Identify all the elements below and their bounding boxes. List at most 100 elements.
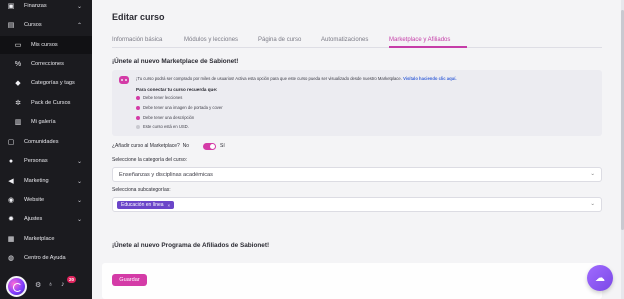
sidebar-item-label: Mis cursos xyxy=(31,42,58,48)
page-title: Editar curso xyxy=(112,12,165,22)
requirement-text: Debe tener una descripción xyxy=(143,115,195,120)
chevron-down-icon: ⌄ xyxy=(76,197,82,204)
chevron-down-icon: ⌄ xyxy=(590,201,595,207)
wallet-icon: ▣ xyxy=(7,3,15,10)
sidebar-item-label: Website xyxy=(24,197,45,203)
check-dot-icon xyxy=(136,95,140,100)
sidebar-item-correcciones[interactable]: % Correcciones xyxy=(0,55,92,73)
sidebar-item-ayuda[interactable]: ◍ Centro de Ayuda xyxy=(0,249,92,267)
active-tab-indicator xyxy=(389,46,467,48)
sidebar-item-label: Marketplace xyxy=(24,236,55,242)
globe-icon: ◉ xyxy=(7,197,15,204)
tab-pagina-curso[interactable]: Página de curso xyxy=(258,37,301,43)
affiliates-heading: ¡Únete al nuevo Programa de Afiliados de… xyxy=(112,242,270,249)
sidebar-item-label: Personas xyxy=(24,158,48,164)
chevron-down-icon: ⌄ xyxy=(590,171,595,177)
category-label: Seleccione la categoría del curso: xyxy=(112,157,188,163)
sidebar-item-ajustes[interactable]: ✹ Ajustes ⌄ xyxy=(0,210,92,228)
category-select[interactable]: Enseñanzas y disciplinas académicas ⌄ xyxy=(112,167,602,182)
tab-informacion-basica[interactable]: Información básica xyxy=(112,37,162,43)
gear-icon: ✲ xyxy=(15,100,21,107)
requirements-title: Para conectar tu curso recuerda que: xyxy=(136,87,218,92)
tab-bar: Información básica Módulos y lecciones P… xyxy=(112,30,602,48)
sidebar-item-label: Comunidades xyxy=(24,139,59,145)
marketplace-info-text: ¡Tu curso podrá ser comprado por miles d… xyxy=(136,76,457,81)
course-card-icon: ▭ xyxy=(14,42,22,49)
sidebar-item-label: Ajustes xyxy=(24,216,43,222)
lightbulb-icon[interactable]: ♁ xyxy=(48,281,53,288)
main-content: Editar curso Información básica Módulos … xyxy=(92,0,624,299)
brand-logo[interactable] xyxy=(6,276,27,297)
settings-icon: ✹ xyxy=(8,216,14,223)
remove-tag-icon[interactable]: × xyxy=(168,203,171,208)
courses-icon: ▤ xyxy=(7,22,15,29)
sidebar-item-comunidades[interactable]: ▢ Comunidades xyxy=(0,133,92,151)
sidebar: ▣ Finanzas ⌄ ▤ Cursos ⌃ ▭ Mis cursos % C… xyxy=(0,0,92,299)
sidebar-item-categorias[interactable]: ◆ Categorías y tags xyxy=(0,74,92,92)
robot-icon xyxy=(119,76,129,84)
tab-modulos-lecciones[interactable]: Módulos y lecciones xyxy=(184,37,238,43)
category-value: Enseñanzas y disciplinas académicas xyxy=(119,172,213,178)
tab-automatizaciones[interactable]: Automatizaciones xyxy=(321,37,368,43)
bottom-action-bar xyxy=(102,263,602,299)
tag-icon: ◆ xyxy=(15,80,21,87)
floating-action-button[interactable]: ☁ xyxy=(587,265,613,291)
check-dot-icon xyxy=(136,105,140,110)
toggle-question: ¿Añadir curso al Marketplace? xyxy=(112,143,180,149)
tab-marketplace-afiliados[interactable]: Marketplace y Afiliados xyxy=(389,37,450,43)
sidebar-item-website[interactable]: ◉ Website ⌄ xyxy=(0,191,92,209)
book-icon: ▥ xyxy=(14,119,22,126)
subcategory-select[interactable]: Educación en línea × ⌄ xyxy=(112,197,602,212)
bell-icon[interactable]: ♪ xyxy=(61,281,65,288)
sidebar-item-label: Marketing xyxy=(24,178,49,184)
marketplace-toggle-row: ¿Añadir curso al Marketplace? No xyxy=(112,143,189,149)
requirement-text: Este curso está en USD. xyxy=(143,124,189,129)
sidebar-item-label: Categorías y tags xyxy=(31,80,75,86)
settings-gear-icon[interactable]: ⚙ xyxy=(35,281,41,289)
notification-badge: 20 xyxy=(67,276,77,283)
check-dot-icon xyxy=(136,115,140,120)
sidebar-item-mi-galeria[interactable]: ▥ Mi galería xyxy=(0,113,92,131)
sidebar-item-label: Mi galería xyxy=(31,119,56,125)
sidebar-item-label: Finanzas xyxy=(24,3,47,9)
marketplace-link[interactable]: Visítalo haciendo clic aquí. xyxy=(403,76,456,81)
cloud-download-icon: ☁ xyxy=(595,272,605,284)
chevron-down-icon: ⌄ xyxy=(76,216,82,223)
sidebar-item-marketing[interactable]: ◀ Marketing ⌄ xyxy=(0,172,92,190)
sidebar-item-label: Cursos xyxy=(24,22,42,28)
chat-icon: ▢ xyxy=(7,139,15,146)
sidebar-item-label: Centro de Ayuda xyxy=(24,255,66,261)
marketplace-toggle[interactable] xyxy=(203,143,216,150)
subcategory-label: Selecciona subcategorías: xyxy=(112,187,171,193)
chevron-down-icon: ⌄ xyxy=(76,158,82,165)
unmet-dot-icon xyxy=(136,124,140,129)
sidebar-item-cursos[interactable]: ▤ Cursos ⌃ xyxy=(0,16,92,34)
sidebar-item-mis-cursos[interactable]: ▭ Mis cursos xyxy=(0,36,92,54)
sidebar-item-pack-cursos[interactable]: ✲ Pack de Cursos xyxy=(0,94,92,112)
percent-icon: % xyxy=(14,60,22,68)
tag-label: Educación en línea xyxy=(121,202,164,208)
toggle-yes-label: Sí xyxy=(220,143,225,149)
save-button[interactable]: Guardar xyxy=(112,274,147,286)
subcategory-tag[interactable]: Educación en línea × xyxy=(117,201,175,209)
chevron-down-icon: ⌄ xyxy=(76,178,82,185)
marketplace-info-box: ¡Tu curso podrá ser comprado por miles d… xyxy=(112,70,602,136)
requirement-text: Debe tener una imagen de portada y cover xyxy=(143,105,223,110)
sidebar-item-personas[interactable]: ● Personas ⌄ xyxy=(0,152,92,170)
sidebar-item-marketplace[interactable]: ▦ Marketplace xyxy=(0,230,92,248)
marketplace-heading: ¡Únete al nuevo Marketplace de Sabionet! xyxy=(112,58,239,65)
requirement-item: Debe tener lecciones xyxy=(136,95,182,100)
sidebar-item-label: Pack de Cursos xyxy=(31,100,71,106)
requirement-item: Debe tener una imagen de portada y cover xyxy=(136,105,223,110)
help-icon: ◍ xyxy=(7,255,15,262)
megaphone-icon: ◀ xyxy=(8,178,14,185)
requirement-text: Debe tener lecciones xyxy=(143,95,183,100)
chevron-up-icon: ⌃ xyxy=(76,22,82,29)
info-text-body: ¡Tu curso podrá ser comprado por miles d… xyxy=(136,76,402,81)
chevron-down-icon: ⌄ xyxy=(76,3,82,10)
requirement-item: Este curso está en USD. xyxy=(136,124,189,129)
sidebar-item-label: Correcciones xyxy=(31,61,64,67)
toggle-no-label: No xyxy=(182,143,189,149)
sidebar-item-finanzas[interactable]: ▣ Finanzas ⌄ xyxy=(0,0,92,15)
requirement-item: Debe tener una descripción xyxy=(136,115,194,120)
